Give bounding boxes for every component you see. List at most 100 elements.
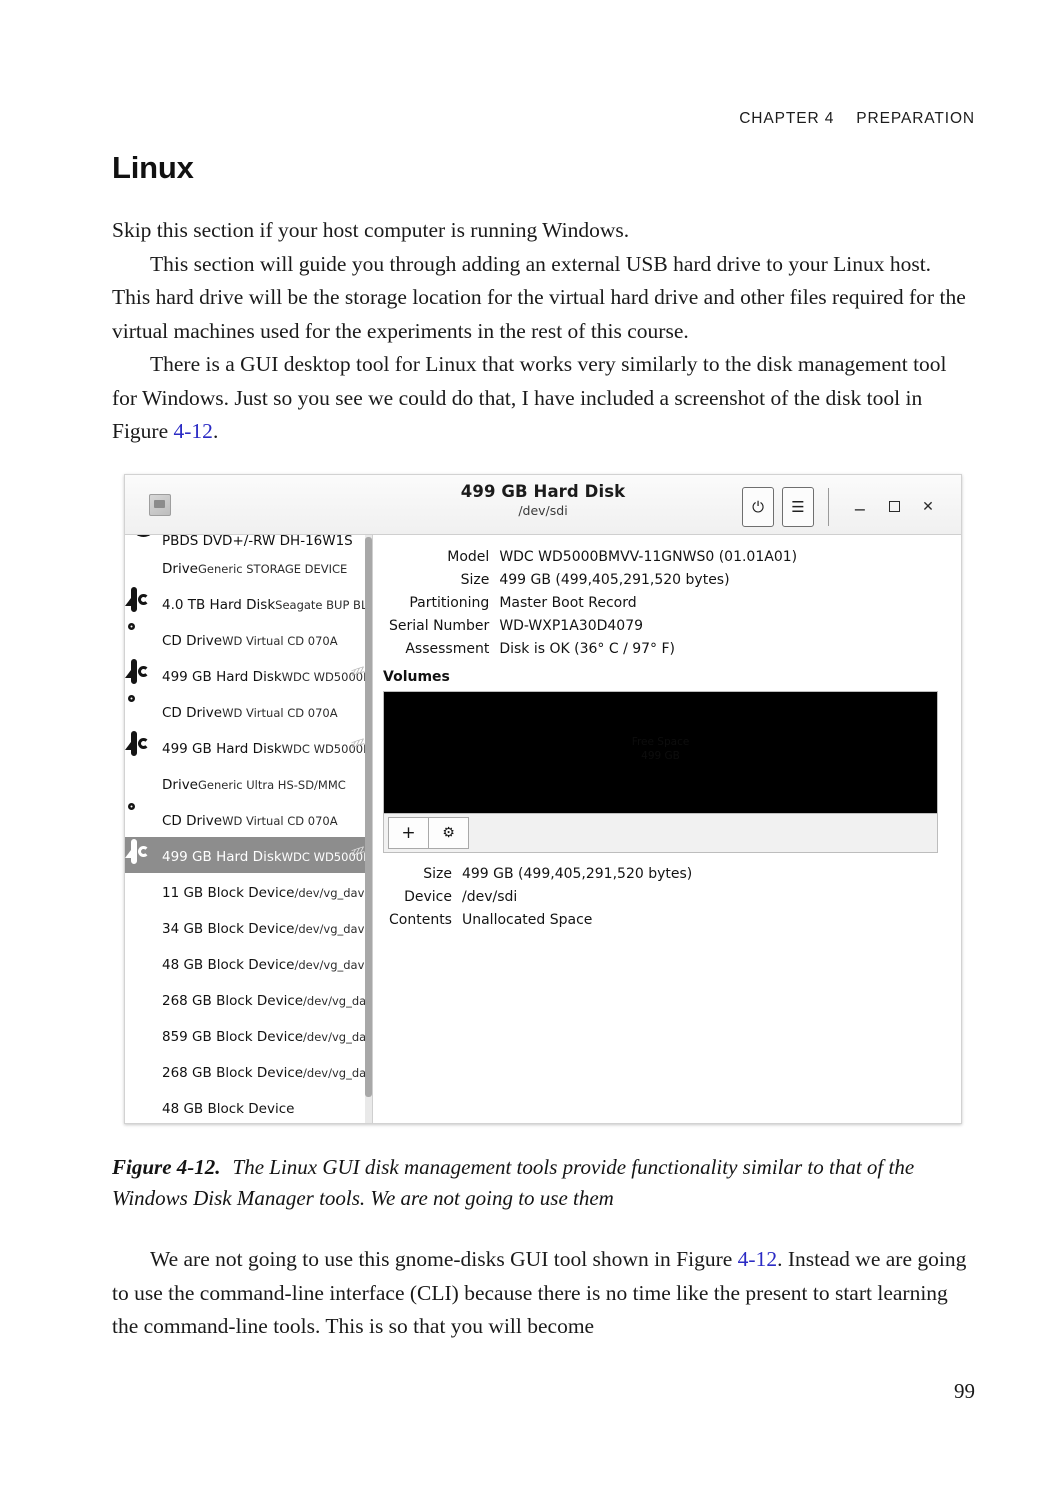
sidebar-scrollbar-thumb[interactable] — [365, 537, 372, 1097]
paragraph-1: Skip this section if your host computer … — [112, 218, 630, 242]
app-icon — [149, 494, 171, 516]
figure-xref-link-2[interactable]: 4-12 — [738, 1247, 777, 1271]
window-titlebar: 499 GB Hard Disk /dev/sdi ⏻ ☰ − ✕ — [125, 475, 961, 535]
device-list-item[interactable]: 268 GB Block Device/dev/vg_david2/stuff — [125, 1053, 372, 1089]
device-list-item[interactable]: 34 GB Block Device/dev/vg_david1/swap — [125, 909, 372, 945]
info-row: Size 499 GB (499,405,291,520 bytes) — [389, 862, 692, 885]
device-icon-wrap — [131, 986, 157, 1012]
figure-xref-link[interactable]: 4-12 — [174, 419, 213, 443]
device-list-item[interactable]: 499 GB Hard DiskWDC WD5000BMVV-11GNWS0zz… — [125, 837, 372, 873]
device-list-item[interactable]: DriveGeneric STORAGE DEVICE — [125, 549, 372, 585]
info-row: Partitioning Master Boot Record — [389, 591, 797, 614]
volumes-box: Free Space 499 GB + ⚙ — [383, 691, 938, 853]
device-list-item[interactable]: 48 GB Block Device — [125, 1089, 372, 1123]
device-title: Drive — [162, 560, 198, 577]
device-list-item[interactable]: 48 GB Block Device/dev/vg_david1/usr — [125, 945, 372, 981]
device-subtitle: /dev/vg_david1/swap — [294, 921, 372, 936]
device-text: 48 GB Block Device/dev/vg_david1/usr — [162, 954, 372, 973]
device-icon-wrap — [131, 770, 157, 796]
figure-caption-text: The Linux GUI disk management tools prov… — [112, 1155, 915, 1210]
book-page: CHAPTER 4 PREPARATION Linux Skip this sec… — [0, 0, 1050, 1500]
device-list-item[interactable]: CD DriveWD Virtual CD 070A — [125, 693, 372, 729]
device-subtitle: /dev/vg_david1/usr — [294, 957, 373, 972]
tail-text-1: We are not going to use this gnome-disks… — [150, 1247, 738, 1271]
device-icon-wrap — [131, 1058, 157, 1084]
device-list-item[interactable]: CD DriveWD Virtual CD 070A — [125, 801, 372, 837]
info-key: Device — [404, 888, 452, 905]
device-title: CD Drive — [162, 704, 223, 721]
device-title: CD Drive — [162, 632, 223, 649]
device-list-item[interactable]: 11 GB Block Device/dev/vg_david1/root — [125, 873, 372, 909]
maximize-button[interactable] — [877, 490, 911, 524]
info-row: Size 499 GB (499,405,291,520 bytes) — [389, 568, 797, 591]
volume-bar-name: Free Space — [631, 736, 690, 748]
minimize-button[interactable]: − — [843, 485, 877, 528]
device-list-item[interactable]: 859 GB Block Device/dev/vg_david2/Virtua… — [125, 1017, 372, 1053]
device-icon-wrap — [131, 878, 157, 904]
device-text: CD DriveWD Virtual CD 070A — [162, 810, 368, 829]
device-text: 34 GB Block Device/dev/vg_david1/swap — [162, 918, 372, 937]
device-subtitle: WD Virtual CD 070A — [222, 705, 338, 720]
device-title: 499 GB Hard Disk — [162, 848, 282, 865]
device-icon-wrap — [131, 587, 157, 616]
device-list-sidebar: PBDS DVD+/-RW DH-16W1S DriveGeneric STORA… — [125, 535, 373, 1123]
device-text: 859 GB Block Device/dev/vg_david2/Virtua… — [162, 1026, 372, 1045]
power-icon[interactable]: ⏻ — [742, 486, 774, 527]
device-text: CD DriveWD Virtual CD 070A — [162, 702, 368, 721]
paragraph-3-text: There is a GUI desktop tool for Linux th… — [112, 352, 947, 443]
device-text: CD DriveWD Virtual CD 070A — [162, 630, 368, 649]
device-title: 4.0 TB Hard Disk — [162, 596, 276, 613]
device-text: 268 GB Block Device/dev/vg_david3/home — [162, 990, 372, 1009]
device-subtitle: Seagate BUP BL — [275, 597, 368, 612]
device-list-item[interactable]: DriveGeneric Ultra HS-SD/MMC — [125, 765, 372, 801]
device-title: 48 GB Block Device — [162, 956, 295, 973]
page-number: 99 — [954, 1379, 975, 1403]
figure-screenshot: 499 GB Hard Disk /dev/sdi ⏻ ☰ − ✕ PBDS D… — [124, 474, 962, 1124]
gear-icon: ⚙ — [442, 825, 455, 841]
info-row: Device/dev/sdi — [389, 885, 692, 908]
disk-detail-pane: Model WDC WD5000BMVV-11GNWS0 (01.01A01) Si… — [373, 535, 961, 1123]
window-controls: ⏻ ☰ − ✕ — [742, 485, 945, 528]
sidebar-scrollbar[interactable] — [365, 535, 372, 1123]
info-row: Assessment Disk is OK (36° C / 97° F) — [389, 637, 797, 660]
info-value: Master Boot Record — [499, 594, 637, 611]
close-button[interactable]: ✕ — [911, 490, 945, 524]
device-list-item[interactable]: 4.0 TB Hard DiskSeagate BUP BL — [125, 585, 372, 621]
device-icon-wrap — [131, 1094, 157, 1120]
device-list: PBDS DVD+/-RW DH-16W1S DriveGeneric STORA… — [125, 535, 372, 1123]
paragraph-2: This section will guide you through addi… — [112, 251, 966, 343]
device-text: 499 GB Hard DiskWDC WD5000BMVV-11A1CS0 — [162, 738, 372, 757]
device-title: 268 GB Block Device — [162, 992, 304, 1009]
device-list-item[interactable]: PBDS DVD+/-RW DH-16W1S — [125, 535, 372, 549]
device-subtitle: /dev/vg_david2/Virtual — [303, 1029, 373, 1044]
device-list-item[interactable]: 499 GB Hard DiskWDC WD5000BMVV-11A1CS0zz… — [125, 729, 372, 765]
device-text: 499 GB Hard DiskWDC WD5000BMVV-11GNWS0 — [162, 846, 372, 865]
info-key: Contents — [389, 911, 452, 928]
hard-disk-icon — [131, 731, 137, 756]
info-value: 499 GB (499,405,291,520 bytes) — [499, 571, 730, 588]
volume-bar[interactable]: Free Space 499 GB — [384, 692, 937, 814]
info-key: Partitioning — [409, 594, 490, 611]
tail-paragraph: We are not going to use this gnome-disks… — [112, 1243, 972, 1344]
info-key: Model — [447, 548, 490, 565]
device-title: 499 GB Hard Disk — [162, 668, 282, 685]
device-text: 48 GB Block Device — [162, 1098, 368, 1117]
running-head-chapter: CHAPTER 4 — [739, 110, 835, 127]
info-value: WDC WD5000BMVV-11GNWS0 (01.01A01) — [499, 548, 798, 565]
device-list-item[interactable]: 499 GB Hard DiskWDC WD5000BMVV-11A1CS0zz… — [125, 657, 372, 693]
device-icon-wrap — [131, 839, 157, 868]
volume-toolbar: + ⚙ — [384, 814, 937, 852]
device-subtitle: /dev/vg_david3/home — [303, 993, 372, 1008]
volume-settings-button[interactable]: ⚙ — [429, 817, 469, 849]
info-key: Serial Number — [389, 617, 490, 634]
figure-caption-label: Figure 4-12. — [112, 1155, 221, 1179]
volume-bar-size: 499 GB — [641, 750, 680, 762]
device-text: 4.0 TB Hard DiskSeagate BUP BL — [162, 594, 368, 613]
device-subtitle: Generic Ultra HS-SD/MMC — [198, 777, 346, 792]
device-list-item[interactable]: CD DriveWD Virtual CD 070A — [125, 621, 372, 657]
page-title: Linux — [112, 150, 194, 185]
add-partition-button[interactable]: + — [388, 817, 429, 849]
device-list-item[interactable]: 268 GB Block Device/dev/vg_david3/home — [125, 981, 372, 1017]
volume-bar-label: Free Space 499 GB — [384, 735, 937, 763]
hamburger-menu-icon[interactable]: ☰ — [782, 486, 814, 527]
